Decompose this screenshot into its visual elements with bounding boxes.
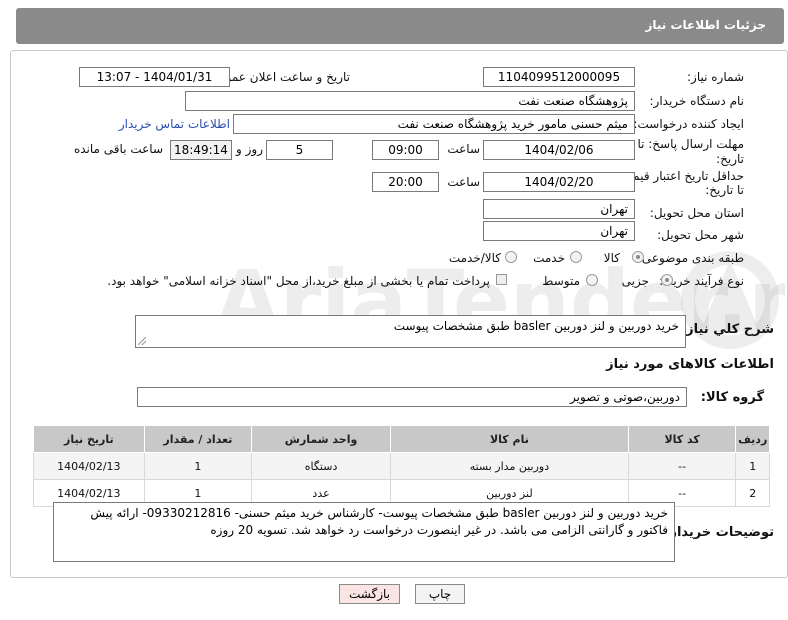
cell-name: دوربین مدار بسته (389, 452, 629, 480)
col-header-name: نام کالا (389, 425, 629, 453)
validity-time-field: 20:00 (372, 172, 439, 192)
col-header-unit: واحد شمارش (251, 425, 391, 453)
category-radio-goods[interactable] (632, 251, 644, 263)
process-radio-medium[interactable] (586, 274, 598, 286)
col-header-code: کد کالا (627, 425, 737, 453)
category-option-goods-service: کالا/خدمت (448, 251, 501, 265)
reply-time-label: ساعت (447, 142, 480, 156)
process-radio-minor[interactable] (661, 274, 673, 286)
requester-field: میثم حسنی مامور خرید پژوهشگاه صنعت نفت (233, 114, 635, 134)
remaining-time-field: 18:49:14 (170, 140, 232, 160)
items-table: ردیف کد کالا نام کالا واحد شمارش تعداد /… (33, 425, 770, 507)
buyer-notes-textarea[interactable]: خرید دوربین و لنز دوربین basler طبق مشخص… (53, 502, 675, 562)
price-validity-label-2: تا تاریخ: (705, 183, 744, 197)
process-option-minor: جزیی (621, 274, 649, 288)
buyer-org-label: نام دستگاه خریدار: (649, 94, 745, 108)
resize-grip-icon[interactable] (138, 337, 146, 345)
reply-time-field: 09:00 (372, 140, 439, 160)
remaining-label: ساعت باقی مانده (73, 142, 163, 156)
buyer-org-field: پژوهشگاه صنعت نفت (185, 91, 635, 111)
cell-quantity: 1 (143, 452, 253, 480)
col-header-date: تاریخ نیاز (33, 425, 145, 453)
validity-date-field: 1404/02/20 (483, 172, 635, 192)
description-text: خرید دوربین و لنز دوربین basler طبق مشخص… (393, 319, 679, 333)
page-title: جزئیات اطلاعات نیاز (645, 18, 766, 32)
buyer-contact-link[interactable]: اطلاعات تماس خریدار (119, 117, 230, 131)
province-field: تهران (483, 199, 635, 219)
days-label: روز و (236, 142, 263, 156)
buyer-notes-label: توضیحات خریدار: (664, 525, 774, 540)
buyer-notes-text: خرید دوربین و لنز دوربین basler طبق مشخص… (90, 506, 668, 537)
price-validity-label: حداقل تاریخ اعتبار قیمت: (617, 169, 744, 183)
description-label: شرح کلي نياز: (680, 322, 774, 337)
category-label: طبقه بندی موضوعی: (637, 251, 744, 265)
table-header-row: ردیف کد کالا نام کالا واحد شمارش تعداد /… (33, 425, 770, 453)
city-field: تهران (483, 221, 635, 241)
cell-code: -- (627, 452, 737, 480)
back-button[interactable]: بازگشت (339, 584, 400, 604)
treasury-payment-checkbox[interactable] (496, 274, 507, 285)
reply-deadline-label: مهلت ارسال پاسخ: تا (637, 137, 744, 151)
reply-date-field: 1404/02/06 (483, 140, 635, 160)
need-number-field: 1104099512000095 (483, 67, 635, 87)
category-option-service: خدمت (533, 251, 565, 265)
cell-date: 1404/02/13 (33, 452, 145, 480)
province-label: استان محل تحویل: (649, 206, 744, 220)
city-label: شهر محل تحویل: (657, 228, 744, 242)
cell-row-number: 2 (735, 479, 770, 507)
need-number-label: شماره نیاز: (687, 70, 744, 84)
reply-deadline-label-2: تاریخ: (716, 152, 744, 166)
description-textarea[interactable]: خرید دوربین و لنز دوربین basler طبق مشخص… (135, 315, 686, 348)
process-option-medium: متوسط (542, 274, 580, 288)
requester-label: ایجاد کننده درخواست: (633, 117, 744, 131)
table-row: 1 -- دوربین مدار بسته دستگاه 1 1404/02/1… (33, 452, 770, 480)
treasury-payment-note: پرداخت تمام یا بخشی از مبلغ خرید،از محل … (107, 274, 490, 288)
cell-unit: دستگاه (251, 452, 391, 480)
category-radio-goods-service[interactable] (505, 251, 517, 263)
category-option-goods: کالا (603, 251, 620, 265)
goods-group-label: گروه کالا: (700, 390, 764, 405)
announce-datetime-field: 1404/01/31 - 13:07 (79, 67, 230, 87)
header-bar: جزئیات اطلاعات نیاز (16, 8, 784, 44)
remaining-days-field: 5 (266, 140, 333, 160)
print-button[interactable]: چاپ (415, 584, 465, 604)
category-radio-service[interactable] (570, 251, 582, 263)
col-header-row-number: ردیف (735, 425, 770, 453)
validity-time-label: ساعت (447, 175, 480, 189)
goods-info-heading: اطلاعات کالاهای مورد نیاز (606, 357, 774, 372)
goods-group-field: دوربین،صوتی و تصویر (137, 387, 687, 407)
cell-row-number: 1 (735, 452, 770, 480)
col-header-quantity: تعداد / مقدار (143, 425, 253, 453)
